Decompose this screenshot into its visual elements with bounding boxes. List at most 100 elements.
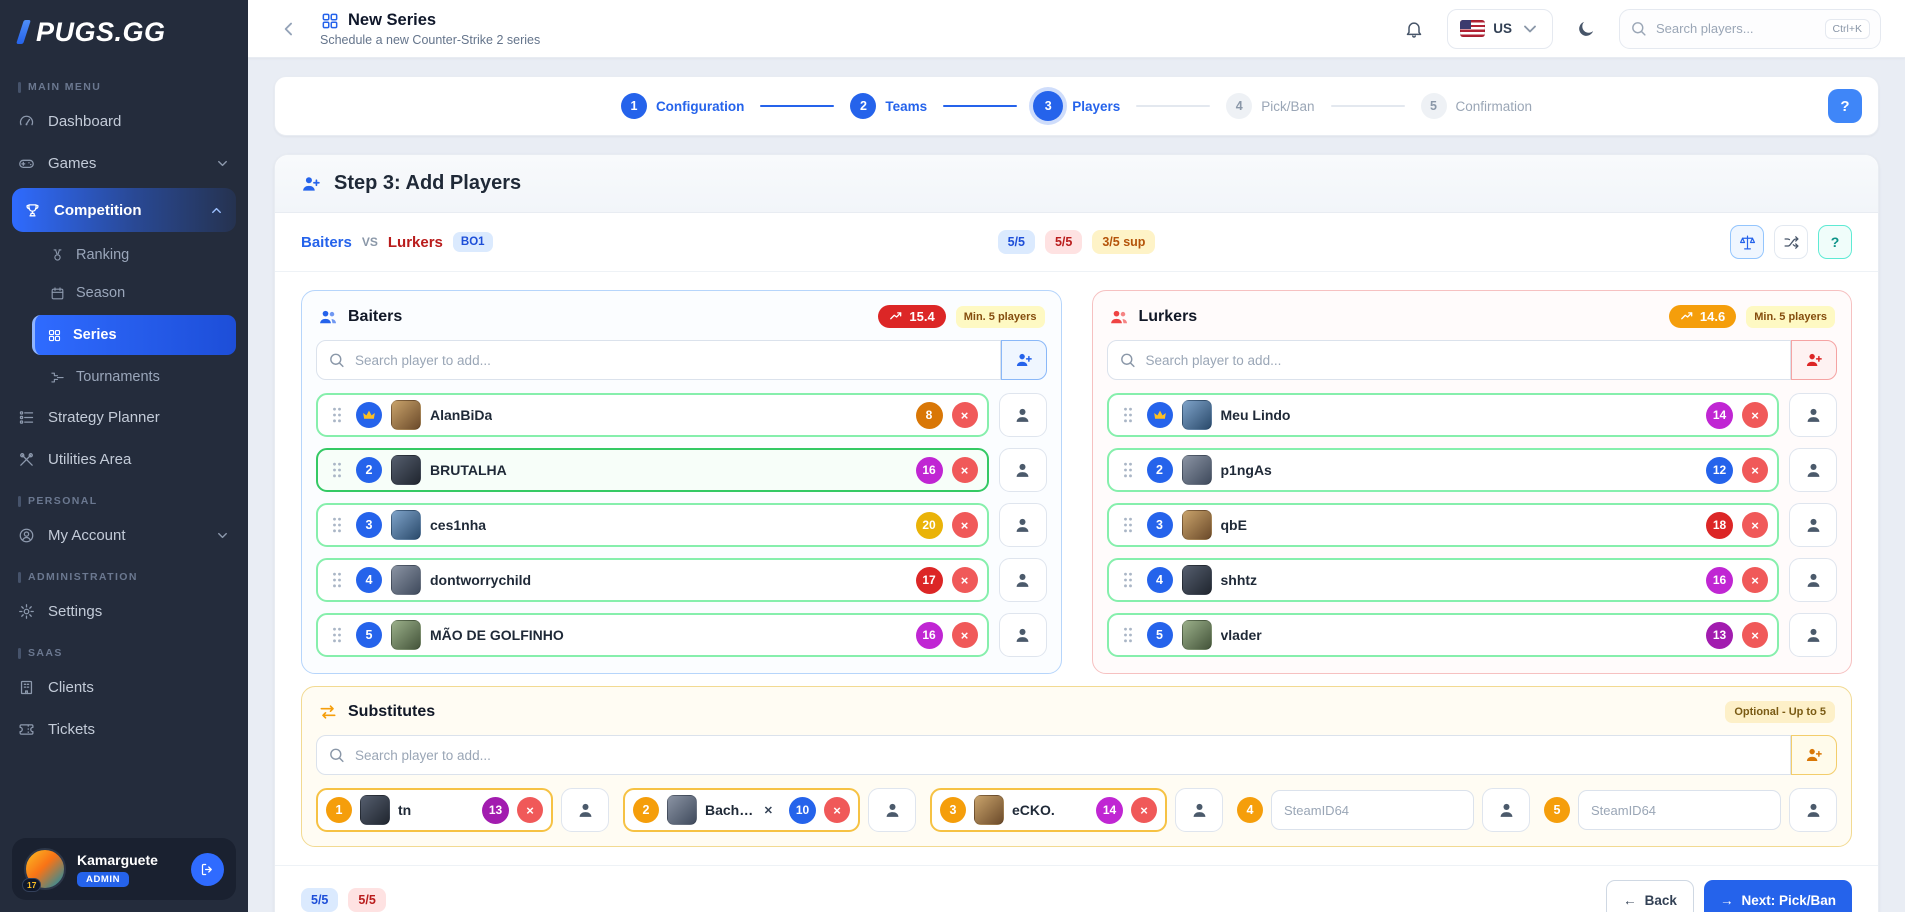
player-row[interactable]: 4 dontworrychild 17 ×	[316, 558, 989, 602]
remove-player-button[interactable]: ×	[952, 402, 978, 428]
step-teams[interactable]: 2 Teams	[850, 93, 927, 119]
remove-player-button[interactable]: ×	[1742, 402, 1768, 428]
player-options-button[interactable]	[1789, 558, 1837, 602]
remove-player-button[interactable]: ×	[1742, 567, 1768, 593]
sidebar-item-dashboard[interactable]: Dashboard	[0, 100, 248, 142]
app-logo[interactable]: PUGS.GG	[0, 0, 248, 64]
dark-mode-toggle[interactable]	[1567, 10, 1605, 48]
player-options-button[interactable]	[999, 448, 1047, 492]
remove-player-button[interactable]: ×	[1742, 512, 1768, 538]
player-row[interactable]: 3 ces1nha 20 ×	[316, 503, 989, 547]
sidebar-item-games[interactable]: Games	[0, 142, 248, 184]
player-row[interactable]: 5 MÃO DE GOLFINHO 16 ×	[316, 613, 989, 657]
chevron-down-icon	[1520, 19, 1540, 39]
sidebar-item-ranking[interactable]: Ranking	[0, 236, 248, 274]
person-icon	[1013, 461, 1032, 480]
sidebar-item-competition[interactable]: Competition	[12, 188, 236, 232]
global-search[interactable]: Ctrl+K	[1619, 9, 1881, 49]
player-options-button[interactable]	[999, 613, 1047, 657]
team-a-add-player-button[interactable]	[1001, 340, 1047, 380]
player-row[interactable]: AlanBiDa 8 ×	[316, 393, 989, 437]
sidebar-item-tournaments[interactable]: Tournaments	[0, 358, 248, 396]
team-b-add-player-button[interactable]	[1791, 340, 1837, 380]
sidebar-item-label: Utilities Area	[48, 451, 131, 468]
back-button[interactable]: ← Back	[1606, 880, 1694, 912]
sidebar-item-clients[interactable]: Clients	[0, 666, 248, 708]
person-icon	[883, 801, 902, 820]
notifications-button[interactable]	[1395, 10, 1433, 48]
step-confirmation[interactable]: 5 Confirmation	[1421, 93, 1533, 119]
sidebar-item-my-account[interactable]: My Account	[0, 514, 248, 556]
player-row[interactable]: 2 BRUTALHA 16 ×	[316, 448, 989, 492]
logout-button[interactable]	[191, 853, 224, 886]
remove-player-button[interactable]: ×	[1131, 797, 1157, 823]
remove-player-button[interactable]: ×	[824, 797, 850, 823]
step-players[interactable]: 3 Players	[1033, 91, 1120, 121]
drag-handle-icon[interactable]	[1118, 460, 1138, 480]
sidebar-item-utilities-area[interactable]: Utilities Area	[0, 438, 248, 480]
player-row[interactable]: 3 qbE 18 ×	[1107, 503, 1780, 547]
player-options-button[interactable]	[1789, 788, 1837, 832]
drag-handle-icon[interactable]	[1118, 570, 1138, 590]
substitute-card[interactable]: 3 eCKO. 14 ×	[930, 788, 1167, 832]
drag-handle-icon[interactable]	[327, 460, 347, 480]
player-row[interactable]: 4 shhtz 16 ×	[1107, 558, 1780, 602]
shuffle-teams-button[interactable]	[1774, 225, 1808, 259]
substitute-add-button[interactable]	[1791, 735, 1837, 775]
player-row[interactable]: Meu Lindo 14 ×	[1107, 393, 1780, 437]
drag-handle-icon[interactable]	[1118, 515, 1138, 535]
drag-handle-icon[interactable]	[327, 515, 347, 535]
drag-handle-icon[interactable]	[327, 625, 347, 645]
substitute-card[interactable]: 1 tn 13 ×	[316, 788, 553, 832]
players-help-button[interactable]: ?	[1818, 225, 1852, 259]
stepper-help-button[interactable]: ?	[1828, 89, 1862, 123]
drag-handle-icon[interactable]	[1118, 405, 1138, 425]
user-card[interactable]: 17 Kamarguete ADMIN	[12, 838, 236, 900]
drag-handle-icon[interactable]	[327, 570, 347, 590]
drag-handle-icon[interactable]	[1118, 625, 1138, 645]
step-pick-ban[interactable]: 4 Pick/Ban	[1226, 93, 1314, 119]
player-options-button[interactable]	[999, 503, 1047, 547]
remove-player-button[interactable]: ×	[1742, 457, 1768, 483]
player-rating-badge: 8	[916, 402, 943, 429]
player-options-button[interactable]	[1482, 788, 1530, 832]
next-pick-ban-button[interactable]: → Next: Pick/Ban	[1704, 880, 1852, 912]
player-options-button[interactable]	[1789, 503, 1837, 547]
sidebar-item-strategy-planner[interactable]: Strategy Planner	[0, 396, 248, 438]
player-options-button[interactable]	[1789, 613, 1837, 657]
sidebar-item-season[interactable]: Season	[0, 274, 248, 312]
sidebar-item-settings[interactable]: Settings	[0, 590, 248, 632]
remove-player-button[interactable]: ×	[952, 512, 978, 538]
remove-player-button[interactable]: ×	[517, 797, 543, 823]
team-a-player-search-input[interactable]	[316, 340, 1001, 380]
player-row[interactable]: 2 p1ngAs 12 ×	[1107, 448, 1780, 492]
back-chevron-button[interactable]	[272, 12, 306, 46]
team-panel-baiters: Baiters 15.4 Min. 5 players	[301, 290, 1062, 674]
player-options-button[interactable]	[1789, 393, 1837, 437]
player-options-button[interactable]	[999, 393, 1047, 437]
player-options-button[interactable]	[868, 788, 916, 832]
substitute-card[interactable]: 2 Bachira ✕ 10 ×	[623, 788, 860, 832]
player-options-button[interactable]	[1175, 788, 1223, 832]
person-icon	[1013, 626, 1032, 645]
remove-player-button[interactable]: ×	[952, 622, 978, 648]
language-selector[interactable]: US	[1447, 9, 1553, 49]
player-options-button[interactable]	[561, 788, 609, 832]
remove-player-button[interactable]: ×	[952, 457, 978, 483]
player-options-button[interactable]	[999, 558, 1047, 602]
player-options-button[interactable]	[1789, 448, 1837, 492]
substitute-search-input[interactable]	[316, 735, 1791, 775]
sidebar-item-series[interactable]: Series	[32, 315, 236, 355]
player-row[interactable]: 5 vlader 13 ×	[1107, 613, 1780, 657]
team-b-player-search-input[interactable]	[1107, 340, 1792, 380]
global-search-input[interactable]	[1656, 21, 1816, 36]
drag-handle-icon[interactable]	[327, 405, 347, 425]
balance-teams-button[interactable]	[1730, 225, 1764, 259]
steamid-input[interactable]	[1271, 790, 1474, 830]
remove-player-button[interactable]: ×	[952, 567, 978, 593]
remove-player-button[interactable]: ×	[1742, 622, 1768, 648]
player-rating-badge: 13	[482, 797, 509, 824]
step-configuration[interactable]: 1 Configuration	[621, 93, 744, 119]
steamid-input[interactable]	[1578, 790, 1781, 830]
sidebar-item-tickets[interactable]: Tickets	[0, 708, 248, 750]
